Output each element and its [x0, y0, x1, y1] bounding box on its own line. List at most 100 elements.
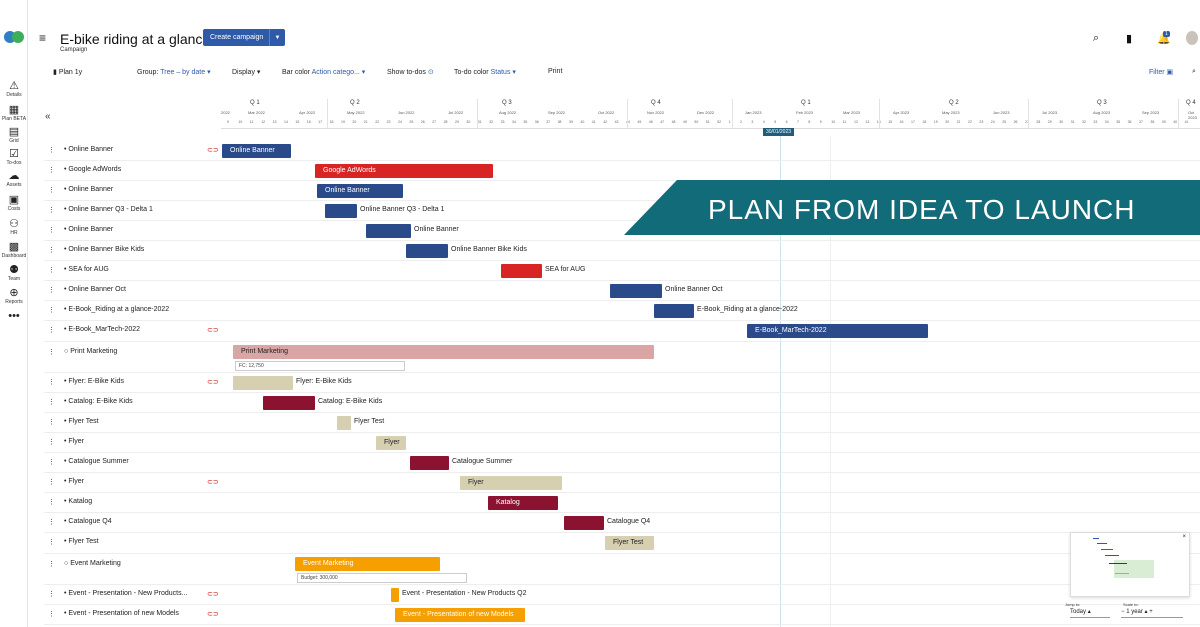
- rail-item-costs[interactable]: ▣ Costs: [0, 194, 28, 212]
- close-icon[interactable]: ×: [1182, 534, 1186, 540]
- avatar[interactable]: [1186, 31, 1198, 45]
- gantt-row[interactable]: ⋮ • Event - Presentation - New Products..…: [44, 585, 1200, 605]
- search-icon[interactable]: ⌕: [1192, 68, 1196, 76]
- gantt-bar[interactable]: Flyer: [460, 476, 562, 490]
- row-menu-icon[interactable]: ⋮: [48, 610, 55, 618]
- row-menu-icon[interactable]: ⋮: [48, 206, 55, 214]
- gantt-bar[interactable]: Katalog: [488, 496, 558, 510]
- gantt-row[interactable]: ⋮ • Catalogue Q4 Catalogue Q4: [44, 513, 1200, 533]
- row-menu-icon[interactable]: ⋮: [48, 186, 55, 194]
- gantt-bar[interactable]: [263, 396, 315, 410]
- row-name[interactable]: • Online Banner: [64, 186, 113, 193]
- gantt-row[interactable]: ⋮ • SEA for AUG SEA for AUG: [44, 261, 1200, 281]
- link-icon[interactable]: ⊂⊃: [207, 590, 219, 598]
- row-name[interactable]: • Catalog: E-Bike Kids: [64, 398, 133, 405]
- gantt-bar[interactable]: Event Marketing: [295, 557, 440, 571]
- gantt-bar[interactable]: [410, 456, 449, 470]
- gantt-row[interactable]: ⋮ • E-Book_MarTech-2022 ⊂⊃ E-Book_MarTech-2…: [44, 321, 1200, 342]
- rail-item-dashboard[interactable]: ▩ Dashboard: [0, 241, 28, 259]
- rail-item-team[interactable]: ⚉ Team: [0, 264, 28, 282]
- gantt-bar[interactable]: [391, 588, 399, 602]
- todo-color-dropdown[interactable]: To-do color Status ▾: [454, 68, 516, 76]
- row-name[interactable]: ○ Event Marketing: [64, 560, 121, 567]
- show-todos-toggle[interactable]: Show to-dos ⊙: [387, 68, 434, 76]
- plan-selector[interactable]: ▮ Plan 1y: [53, 68, 82, 76]
- row-menu-icon[interactable]: ⋮: [48, 246, 55, 254]
- row-menu-icon[interactable]: ⋮: [48, 286, 55, 294]
- row-name[interactable]: • Event - Presentation - New Products...: [64, 590, 187, 597]
- row-menu-icon[interactable]: ⋮: [48, 498, 55, 506]
- row-menu-icon[interactable]: ⋮: [48, 398, 55, 406]
- gantt-row[interactable]: ⋮ • Flyer Flyer: [44, 433, 1200, 453]
- create-campaign-button[interactable]: Create campaign ▼: [203, 29, 285, 46]
- row-name[interactable]: • Event - Presentation of new Models: [64, 610, 179, 617]
- link-icon[interactable]: ⊂⊃: [207, 478, 219, 486]
- gantt-bar[interactable]: Flyer Test: [605, 536, 654, 550]
- row-name[interactable]: • Online Banner Q3 - Delta 1: [64, 206, 153, 213]
- row-menu-icon[interactable]: ⋮: [48, 166, 55, 174]
- chevron-down-icon[interactable]: ▼: [269, 29, 285, 46]
- print-button[interactable]: Print: [548, 68, 562, 75]
- gantt-row[interactable]: ⋮ • Online Banner Oct Online Banner Oct: [44, 281, 1200, 301]
- row-name[interactable]: • Catalogue Q4: [64, 518, 112, 525]
- gantt-row[interactable]: ⋮ • Event - Presentation of new Models ⊂⊃ E…: [44, 605, 1200, 625]
- bookmark-icon[interactable]: ▮: [1126, 32, 1132, 45]
- group-dropdown[interactable]: Group: Tree – by date ▾: [137, 68, 211, 76]
- row-menu-icon[interactable]: ⋮: [48, 478, 55, 486]
- collapse-icon[interactable]: «: [45, 111, 51, 122]
- gantt-row[interactable]: ⋮ ○ Event Marketing Event Marketing Budget:…: [44, 554, 1200, 585]
- gantt-bar[interactable]: E-Book_MarTech-2022: [747, 324, 928, 338]
- gantt-bar[interactable]: [501, 264, 542, 278]
- link-icon[interactable]: ⊂⊃: [207, 378, 219, 386]
- menu-icon[interactable]: ≡: [39, 31, 46, 45]
- row-menu-icon[interactable]: ⋮: [48, 226, 55, 234]
- gantt-row[interactable]: ⋮ • Catalogue Summer Catalogue Summer: [44, 453, 1200, 473]
- row-name[interactable]: • Flyer: [64, 478, 84, 485]
- gantt-row[interactable]: ⋮ • Katalog Katalog: [44, 493, 1200, 513]
- rail-item-hr[interactable]: ⚇ HR: [0, 218, 28, 236]
- row-name[interactable]: • SEA for AUG: [64, 266, 109, 273]
- gantt-bar[interactable]: [366, 224, 411, 238]
- rail-item-assets[interactable]: ☁ Assets: [0, 170, 28, 188]
- rail-item-details[interactable]: ⚠ Details: [0, 80, 28, 98]
- row-name[interactable]: • Flyer Test: [64, 538, 99, 545]
- rail-item-to-dos[interactable]: ☑ To-dos: [0, 148, 28, 166]
- gantt-row[interactable]: ⋮ ○ Print Marketing Print Marketing FC: 12,…: [44, 342, 1200, 373]
- row-name[interactable]: • Online Banner Oct: [64, 286, 126, 293]
- row-name[interactable]: • Flyer Test: [64, 418, 99, 425]
- rail-item-reports[interactable]: ⊕ Reports: [0, 287, 28, 305]
- minimap[interactable]: ×: [1070, 532, 1190, 597]
- row-name[interactable]: • E-Book_Riding at a glance-2022: [64, 306, 169, 313]
- gantt-bar[interactable]: Online Banner: [317, 184, 403, 198]
- display-dropdown[interactable]: Display ▾: [232, 68, 260, 76]
- row-name[interactable]: • Online Banner Bike Kids: [64, 246, 144, 253]
- row-menu-icon[interactable]: ⋮: [48, 560, 55, 568]
- row-name[interactable]: • Flyer: E-Bike Kids: [64, 378, 124, 385]
- row-menu-icon[interactable]: ⋮: [48, 590, 55, 598]
- gantt-bar[interactable]: Event - Presentation of new Models: [395, 608, 525, 622]
- gantt-bar[interactable]: [406, 244, 448, 258]
- filter-button[interactable]: Filter ▣: [1149, 68, 1173, 76]
- gantt-row[interactable]: ⋮ • E-Book_Riding at a glance-2022 E-Book_…: [44, 301, 1200, 321]
- search-icon[interactable]: ⌕: [1093, 32, 1099, 45]
- row-menu-icon[interactable]: ⋮: [48, 518, 55, 526]
- scale-to-select[interactable]: − 1 year ▴ +: [1121, 608, 1183, 618]
- row-name[interactable]: • Katalog: [64, 498, 92, 505]
- gantt-bar[interactable]: Flyer: [376, 436, 406, 450]
- gantt-row[interactable]: ⋮ • Flyer: E-Bike Kids ⊂⊃ Flyer: E-Bike Kid…: [44, 373, 1200, 393]
- gantt-row[interactable]: ⋮ • Flyer Test Flyer Test: [44, 533, 1200, 554]
- gantt-bar[interactable]: [610, 284, 662, 298]
- row-menu-icon[interactable]: ⋮: [48, 438, 55, 446]
- row-menu-icon[interactable]: ⋮: [48, 306, 55, 314]
- gantt-bar[interactable]: [325, 204, 357, 218]
- rail-item-grid[interactable]: ▤ Grid: [0, 126, 28, 144]
- zoom-in-icon[interactable]: +: [1149, 609, 1153, 615]
- row-menu-icon[interactable]: ⋮: [48, 458, 55, 466]
- row-menu-icon[interactable]: ⋮: [48, 348, 55, 356]
- link-icon[interactable]: ⊂⊃: [207, 146, 219, 154]
- row-name[interactable]: • Catalogue Summer: [64, 458, 129, 465]
- link-icon[interactable]: ⊂⊃: [207, 610, 219, 618]
- bar-color-dropdown[interactable]: Bar color Action catego... ▾: [282, 68, 365, 76]
- row-menu-icon[interactable]: ⋮: [48, 146, 55, 154]
- gantt-bar[interactable]: [233, 376, 293, 390]
